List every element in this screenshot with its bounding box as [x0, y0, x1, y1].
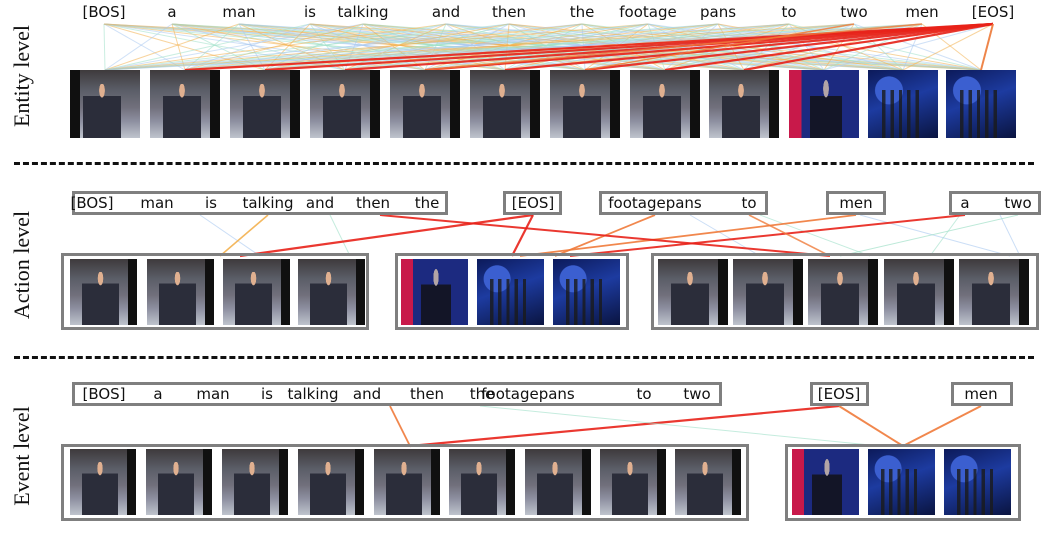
entity-frame: [310, 70, 380, 138]
action-token: is: [205, 194, 217, 212]
attention-line: [902, 405, 982, 447]
event-frame: [944, 449, 1011, 515]
attention-line: [511, 214, 534, 257]
event-frame: [146, 449, 212, 515]
event-token: a: [153, 385, 163, 403]
separator-1: [14, 162, 1034, 165]
entity-token: [BOS]: [82, 3, 126, 21]
attention-line: [329, 214, 351, 257]
action-token: the: [414, 194, 440, 212]
action-token: two: [1004, 194, 1032, 212]
action-token: footagepans: [608, 194, 702, 212]
event-frame: [600, 449, 666, 515]
event-frame: [374, 449, 440, 515]
entity-frame: [709, 70, 779, 138]
event-token: [BOS]: [82, 385, 126, 403]
entity-token: a: [167, 3, 177, 21]
event-token: two: [683, 385, 711, 403]
action-token: a: [960, 194, 970, 212]
entity-token: footage: [619, 3, 677, 21]
event-token: [EOS]: [817, 385, 861, 403]
entity-token: pans: [699, 3, 737, 21]
entity-token: talking: [337, 3, 389, 21]
entity-level-label: Entity level: [9, 24, 34, 128]
entity-frame: [550, 70, 620, 138]
attention-line: [219, 214, 269, 257]
action-token: to: [741, 194, 757, 212]
event-token: then: [409, 385, 445, 403]
entity-token: man: [222, 3, 256, 21]
event-frame: [675, 449, 741, 515]
action-token: men: [839, 194, 873, 212]
action-frame: [733, 259, 803, 325]
attention-line: [409, 404, 840, 448]
event-frame: [449, 449, 515, 515]
action-frame: [884, 259, 954, 325]
event-level-label: Event level: [9, 406, 34, 506]
action-frame: [298, 259, 365, 325]
event-token: footagepans: [481, 385, 575, 403]
action-frame: [70, 259, 137, 325]
entity-frame: [789, 70, 859, 138]
action-level-label: Action level: [9, 210, 34, 320]
entity-frame: [390, 70, 460, 138]
event-token: man: [196, 385, 230, 403]
action-token: [BOS]: [70, 194, 114, 212]
event-frame: [525, 449, 591, 515]
entity-token: two: [840, 3, 868, 21]
entity-token: is: [304, 3, 316, 21]
event-token-box: [72, 382, 722, 406]
event-token: to: [636, 385, 652, 403]
attention-line: [479, 405, 881, 447]
action-frame: [553, 259, 620, 325]
entity-frame: [946, 70, 1016, 138]
entity-frame: [150, 70, 220, 138]
attention-line: [999, 214, 1021, 257]
attention-line: [389, 405, 411, 447]
attention-line: [838, 405, 904, 447]
entity-token: and: [431, 3, 461, 21]
attention-line: [980, 23, 994, 71]
action-frame: [959, 259, 1029, 325]
action-frame: [223, 259, 290, 325]
event-token: talking: [287, 385, 339, 403]
separator-2: [14, 356, 1034, 359]
action-frame: [808, 259, 878, 325]
action-token: talking: [242, 194, 294, 212]
attention-line: [689, 214, 761, 257]
action-token: man: [140, 194, 174, 212]
event-token: and: [352, 385, 382, 403]
event-frame: [70, 449, 136, 515]
attention-line: [519, 214, 857, 257]
action-frame: [147, 259, 214, 325]
entity-frame: [470, 70, 540, 138]
attention-line: [839, 214, 1019, 257]
entity-token: men: [905, 3, 939, 21]
action-token: and: [305, 194, 335, 212]
action-frame: [658, 259, 728, 325]
entity-token: the: [569, 3, 595, 21]
attention-line: [103, 23, 106, 71]
entity-frame: [868, 70, 938, 138]
entity-token: then: [491, 3, 527, 21]
event-frame: [298, 449, 364, 515]
event-frame: [222, 449, 288, 515]
entity-frame: [630, 70, 700, 138]
action-frame: [477, 259, 544, 325]
event-frame: [792, 449, 859, 515]
entity-frame: [70, 70, 140, 138]
action-frame: [401, 259, 468, 325]
entity-frame: [230, 70, 300, 138]
event-frame: [868, 449, 935, 515]
entity-token: to: [781, 3, 797, 21]
event-token: is: [261, 385, 273, 403]
attention-line: [239, 213, 534, 258]
action-token: [EOS]: [511, 194, 555, 212]
attention-line: [199, 214, 261, 257]
entity-token: [EOS]: [971, 3, 1015, 21]
diagram: Entity level Action level Event level [B…: [0, 0, 1051, 534]
action-token: then: [355, 194, 391, 212]
event-token: men: [964, 385, 998, 403]
